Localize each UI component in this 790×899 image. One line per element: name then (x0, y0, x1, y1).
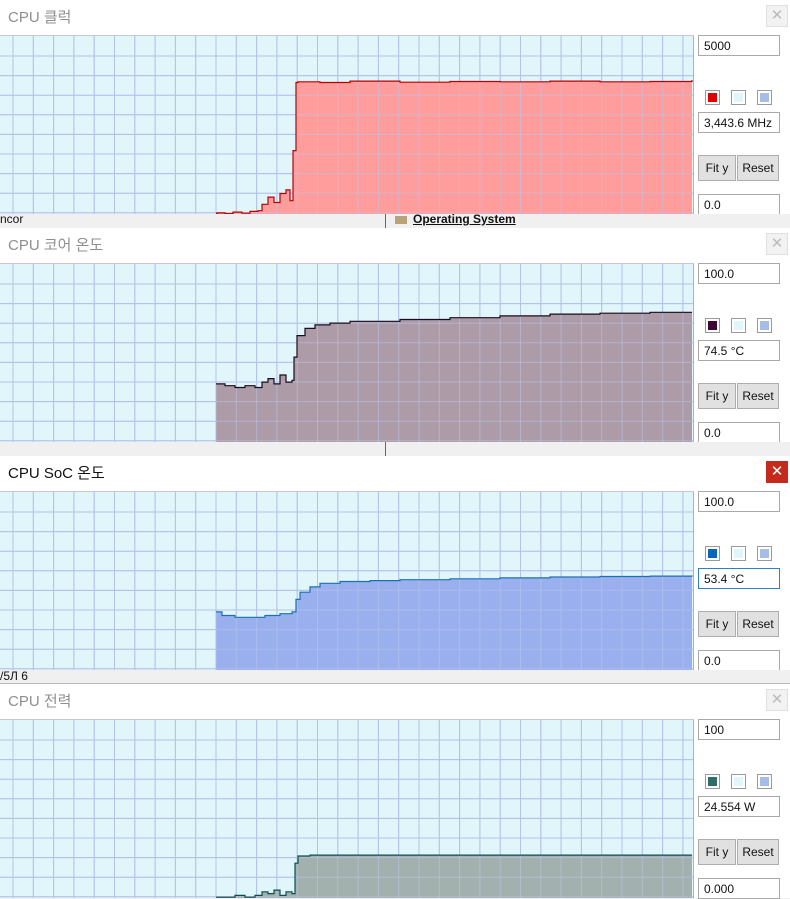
line-color-swatch[interactable] (705, 90, 720, 105)
current-value-field[interactable]: 24.554 W (698, 796, 780, 817)
reset-button[interactable]: Reset (737, 155, 779, 181)
close-icon[interactable]: ✕ (766, 689, 788, 711)
y-max-field[interactable]: 5000 (698, 35, 780, 56)
line-color-swatch[interactable] (705, 546, 720, 561)
y-min-field[interactable]: 0.000 (698, 878, 780, 899)
y-min-field[interactable]: 0.0 (698, 650, 780, 671)
line-color-swatch[interactable] (705, 318, 720, 333)
fill-color-swatch[interactable] (731, 774, 746, 789)
fit-y-button[interactable]: Fit y (698, 383, 736, 409)
y-min-field[interactable]: 0.0 (698, 194, 780, 215)
y-max-field[interactable]: 100.0 (698, 491, 780, 512)
divider (385, 442, 386, 456)
y-max-field[interactable]: 100.0 (698, 263, 780, 284)
current-value-field[interactable]: 3,443.6 MHz (698, 112, 780, 133)
grid-color-swatch[interactable] (757, 318, 772, 333)
panel-title: CPU SoC 온도 (8, 465, 105, 482)
cpu-core-temp-graph (0, 263, 694, 442)
y-min-field[interactable]: 0.0 (698, 422, 780, 443)
cpu-clock-graph (0, 35, 694, 214)
background-window-strip: ncor Operating System (0, 214, 790, 228)
fit-y-button[interactable]: Fit y (698, 839, 736, 865)
folder-icon (395, 216, 407, 224)
close-icon[interactable]: ✕ (766, 461, 788, 483)
operating-system-link[interactable]: Operating System (413, 214, 516, 226)
cpu-soc-temp-graph (0, 491, 694, 670)
fill-color-swatch[interactable] (731, 546, 746, 561)
y-max-field[interactable]: 100 (698, 719, 780, 740)
fill-color-swatch[interactable] (731, 90, 746, 105)
cpu-soc-temp-panel: CPU SoC 온도 ✕ 100.0 53.4 °C Fit y Reset 0… (0, 456, 790, 671)
background-label: /5Л 6 (0, 670, 28, 683)
panel-title: CPU 클럭 (8, 9, 72, 26)
close-icon[interactable]: ✕ (766, 233, 788, 255)
cpu-power-panel: CPU 전력 ✕ 100 24.554 W Fit y Reset 0.000 (0, 684, 790, 899)
series-area (216, 312, 692, 442)
cpu-clock-panel: CPU 클럭 ✕ 5000 3,443.6 MHz Fit y Reset 0.… (0, 0, 790, 215)
series-area (216, 80, 692, 214)
background-window-strip: /5Л 6 (0, 670, 790, 684)
close-icon[interactable]: ✕ (766, 5, 788, 27)
panel-title: CPU 전력 (8, 693, 72, 710)
current-value-field[interactable]: 53.4 °C (698, 568, 780, 589)
divider (385, 214, 386, 228)
line-color-swatch[interactable] (705, 774, 720, 789)
series-area (216, 575, 692, 670)
current-value-field[interactable]: 74.5 °C (698, 340, 780, 361)
grid-color-swatch[interactable] (757, 90, 772, 105)
fit-y-button[interactable]: Fit y (698, 155, 736, 181)
background-window-strip (0, 442, 790, 456)
panel-title: CPU 코어 온도 (8, 237, 104, 254)
background-label: ncor (0, 214, 24, 226)
fit-y-button[interactable]: Fit y (698, 611, 736, 637)
reset-button[interactable]: Reset (737, 839, 779, 865)
cpu-power-graph (0, 719, 694, 898)
fill-color-swatch[interactable] (731, 318, 746, 333)
cpu-core-temp-panel: CPU 코어 온도 ✕ 100.0 74.5 °C Fit y Reset 0.… (0, 228, 790, 443)
reset-button[interactable]: Reset (737, 611, 779, 637)
grid-color-swatch[interactable] (757, 774, 772, 789)
reset-button[interactable]: Reset (737, 383, 779, 409)
grid-color-swatch[interactable] (757, 546, 772, 561)
